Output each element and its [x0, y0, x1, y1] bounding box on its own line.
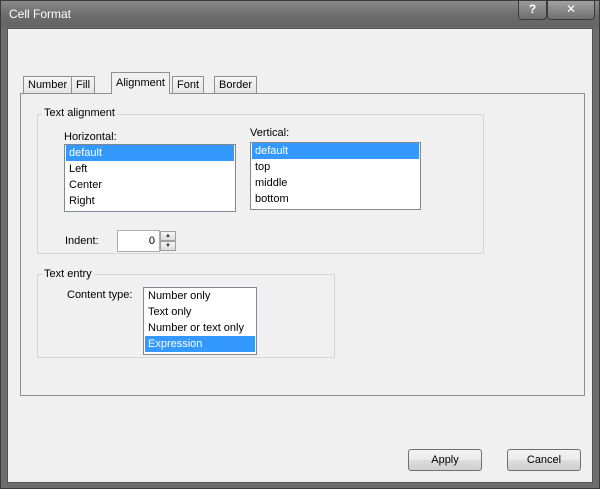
horizontal-listbox[interactable]: default Left Center Right [64, 144, 236, 212]
text-alignment-label: Text alignment [42, 107, 117, 119]
help-button[interactable]: ? [518, 1, 547, 20]
list-item[interactable]: Number or text only [145, 320, 255, 336]
cancel-button[interactable]: Cancel [507, 449, 581, 471]
list-item[interactable]: Number only [145, 288, 255, 304]
list-item[interactable]: Left [66, 161, 234, 177]
tab-fill[interactable]: Fill [71, 76, 96, 94]
list-item[interactable]: default [252, 143, 419, 159]
list-item[interactable]: Expression [145, 336, 255, 352]
close-icon: ✕ [565, 2, 577, 16]
tab-label: Font [177, 79, 200, 91]
title-bar[interactable]: Cell Format ? ✕ [1, 1, 599, 27]
list-item[interactable]: middle [252, 175, 419, 191]
tab-label: Alignment [116, 77, 165, 89]
arrow-down-icon: ▼ [165, 243, 171, 249]
help-icon: ? [528, 2, 537, 16]
tab-number[interactable]: Number [23, 76, 73, 94]
text-entry-label: Text entry [42, 268, 94, 280]
spin-down-button[interactable]: ▼ [160, 241, 176, 251]
list-item[interactable]: Text only [145, 304, 255, 320]
vertical-label: Vertical: [250, 127, 290, 139]
spin-up-button[interactable]: ▲ [160, 231, 176, 241]
list-item[interactable]: Center [66, 177, 234, 193]
content-type-listbox[interactable]: Number only Text only Number or text onl… [143, 287, 257, 355]
list-item[interactable]: Right [66, 193, 234, 209]
list-item[interactable]: top [252, 159, 419, 175]
indent-label: Indent: [65, 235, 99, 247]
tab-label: Number [28, 79, 68, 91]
window-title: Cell Format [9, 7, 72, 21]
vertical-listbox[interactable]: default top middle bottom [250, 142, 421, 210]
apply-button[interactable]: Apply [408, 449, 482, 471]
alignment-tab-panel: Text alignment Horizontal: default Left … [20, 93, 585, 396]
arrow-up-icon: ▲ [165, 233, 171, 239]
dialog-body: Number Fill Alignment Font Border Text a… [7, 28, 593, 483]
tab-label: Fill [76, 79, 91, 91]
tab-font[interactable]: Font [172, 76, 205, 94]
tab-border[interactable]: Border [214, 76, 258, 94]
indent-input[interactable]: 0 [117, 230, 160, 252]
list-item[interactable]: bottom [252, 191, 419, 207]
horizontal-label: Horizontal: [64, 131, 117, 143]
indent-spinner[interactable]: 0 ▲ ▼ [117, 230, 177, 252]
dialog-window: Cell Format ? ✕ Number Fill Alignment Fo… [0, 0, 600, 489]
close-button[interactable]: ✕ [547, 1, 595, 20]
content-type-label: Content type: [67, 289, 133, 301]
tab-alignment[interactable]: Alignment [111, 72, 170, 94]
list-item[interactable]: default [66, 145, 234, 161]
tab-label: Border [219, 79, 253, 91]
